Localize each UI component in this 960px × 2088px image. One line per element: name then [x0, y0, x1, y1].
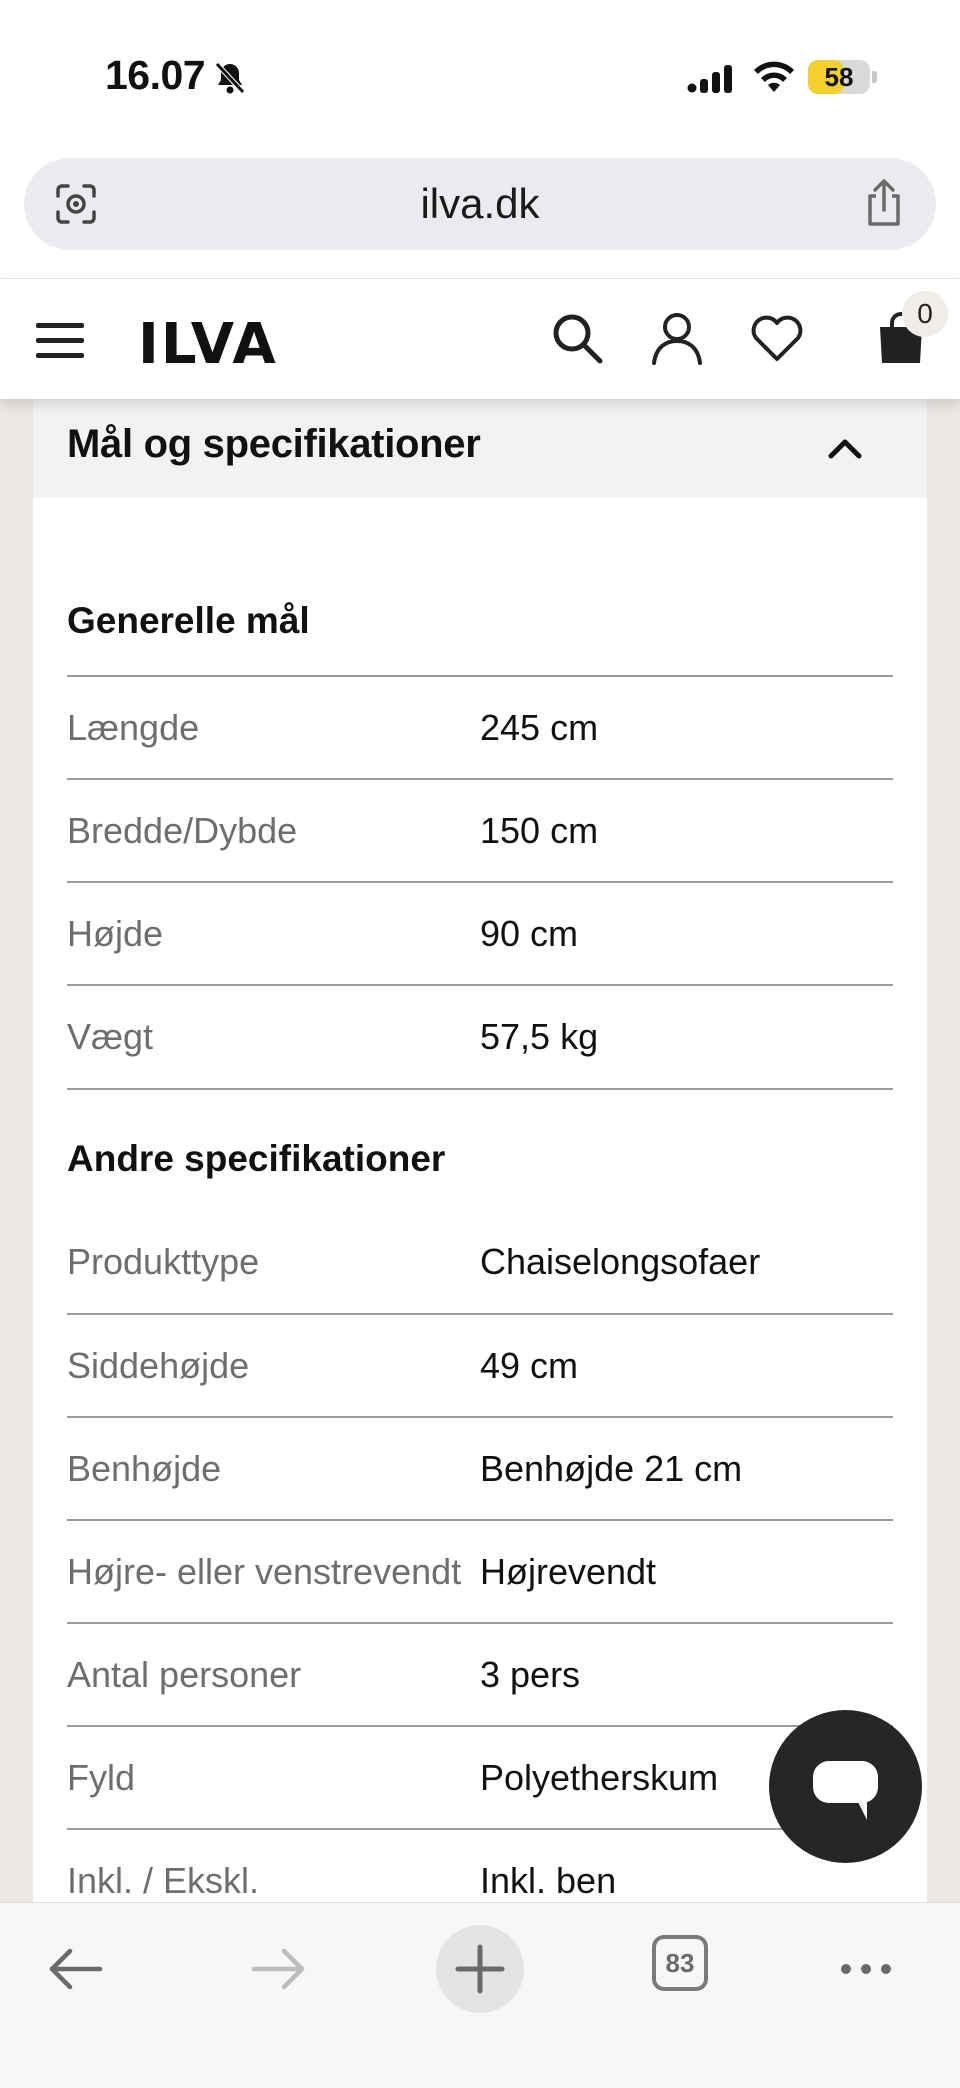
spec-label: Vægt — [67, 1016, 154, 1057]
forward-icon[interactable] — [248, 1939, 308, 1999]
bell-muted-icon — [215, 62, 245, 94]
general-dimensions-title: Generelle mål — [67, 600, 310, 641]
spec-row: Benhøjde Benhøjde 21 cm — [67, 1416, 893, 1520]
other-specifications-title: Andre specifikationer — [67, 1138, 446, 1179]
spec-value: 3 pers — [480, 1654, 581, 1695]
share-icon[interactable] — [862, 178, 906, 228]
cellular-signal-icon — [687, 65, 732, 93]
chat-bubble-icon — [813, 1761, 878, 1820]
spec-label: Produkttype — [67, 1241, 260, 1282]
spec-row: Højre- eller venstrevendt Højrevendt — [67, 1519, 893, 1623]
cart-count-badge: 0 — [902, 291, 948, 337]
battery-percent: 58 — [824, 62, 854, 92]
new-tab-icon — [455, 1944, 505, 1994]
chevron-up-icon[interactable] — [825, 428, 865, 468]
menu-icon[interactable] — [36, 321, 84, 361]
user-icon[interactable] — [648, 309, 706, 367]
chat-button[interactable] — [769, 1710, 922, 1863]
status-time: 16.07 — [105, 52, 206, 98]
spec-label: Siddehøjde — [67, 1345, 250, 1386]
spec-row: Bredde/Dybde 150 cm — [67, 778, 893, 882]
spec-row: Længde 245 cm — [67, 675, 893, 779]
battery-icon: 58 — [808, 60, 877, 94]
back-icon[interactable] — [46, 1939, 106, 1999]
spec-label: Inkl. / Ekskl. — [67, 1860, 260, 1901]
spec-value: Chaiselongsofaer — [480, 1241, 761, 1282]
spec-label: Længde — [67, 707, 200, 748]
browser-toolbar: 83 — [0, 1902, 960, 2088]
site-header: ILVA 0 — [0, 278, 960, 399]
spec-value: Benhøjde 21 cm — [480, 1448, 743, 1489]
spec-row: Siddehøjde 49 cm — [67, 1313, 893, 1417]
url-text[interactable]: ilva.dk — [24, 180, 936, 228]
tabs-icon[interactable]: 83 — [652, 1935, 708, 1991]
spec-value: Polyetherskum — [480, 1757, 719, 1798]
more-icon[interactable] — [836, 1939, 896, 1999]
spec-value: Højrevendt — [480, 1551, 657, 1592]
spec-value: 150 cm — [480, 810, 599, 851]
spec-row: Højde 90 cm — [67, 881, 893, 985]
spec-label: Højre- eller venstrevendt — [67, 1551, 462, 1592]
spec-label: Antal personer — [67, 1654, 302, 1695]
new-tab-button[interactable] — [436, 1925, 524, 2013]
wifi-icon — [754, 61, 794, 92]
accordion-title: Mål og specifikationer — [67, 422, 481, 466]
spec-row: Produkttype Chaiselongsofaer — [67, 1211, 893, 1313]
address-bar[interactable]: ilva.dk — [24, 158, 936, 250]
accordion-header[interactable]: Mål og specifikationer — [33, 398, 927, 498]
spec-value: 49 cm — [480, 1345, 579, 1386]
heart-icon[interactable] — [748, 309, 806, 367]
spec-value: 245 cm — [480, 707, 599, 748]
spec-value: 57,5 kg — [480, 1016, 599, 1057]
spec-label: Fyld — [67, 1757, 136, 1798]
spec-value: Inkl. ben — [480, 1860, 617, 1901]
status-bar: 16.07 58 — [0, 0, 960, 150]
spec-row: Vægt 57,5 kg — [67, 984, 893, 1090]
spec-label: Benhøjde — [67, 1448, 222, 1489]
spec-label: Bredde/Dybde — [67, 810, 298, 851]
site-logo[interactable]: ILVA — [138, 317, 278, 373]
search-icon[interactable] — [548, 309, 606, 367]
spec-value: 90 cm — [480, 913, 579, 954]
spec-label: Højde — [67, 913, 164, 954]
